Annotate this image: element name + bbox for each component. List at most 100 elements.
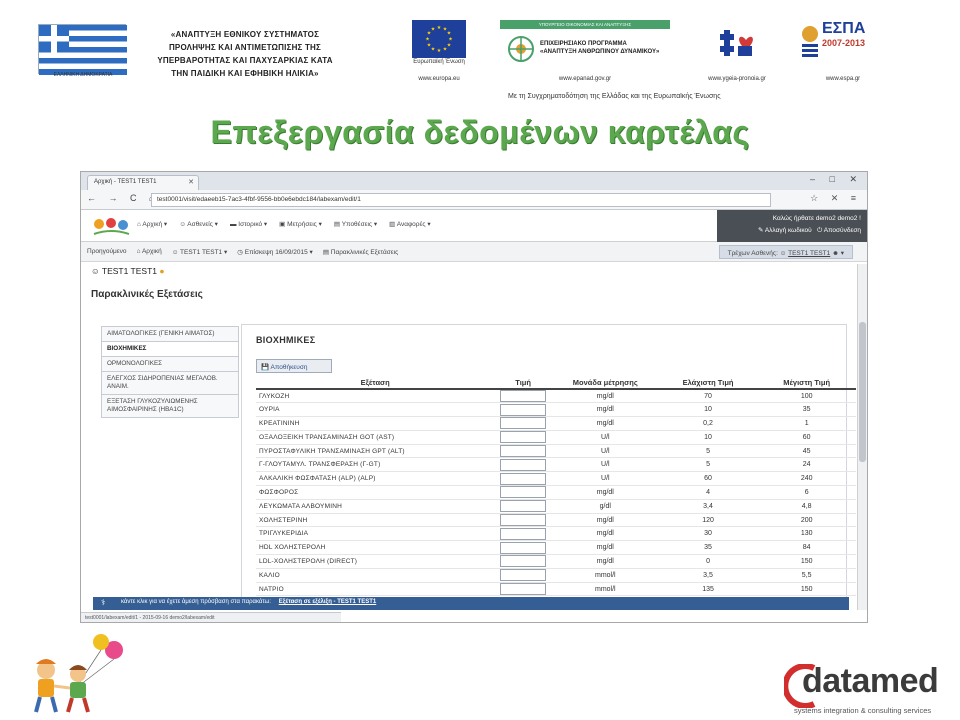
unit-cell: U/l — [551, 444, 659, 459]
value-input[interactable] — [500, 445, 547, 458]
min-value-cell: 5 — [658, 457, 758, 473]
eu-url: www.europa.eu — [418, 76, 460, 82]
browser-addressbar: ← → C ⌂ test0001/visit/edaeeb15-7ac3-4fb… — [81, 190, 867, 210]
footer-link[interactable]: Εξέταση σε εξέλιξη - TEST1 TEST1 — [279, 599, 377, 605]
lab-category-iron[interactable]: ΕΛΕΓΧΟΣ ΣΙΔΗΡΟΠΕΝΙΑΣ ΜΕΓΑΛΟΒ. ΑΝΑΙΜ. — [101, 371, 239, 394]
svg-text:★: ★ — [431, 47, 436, 53]
lab-category-hormonal[interactable]: ΟΡΜΟΝΟΛΟΓΙΚΕΣ — [101, 356, 239, 371]
breadcrumb-lead[interactable]: Προηγούμενο — [87, 248, 127, 256]
unit-cell: mg/dl — [551, 485, 659, 500]
exam-name: ΚΑΛΙΟ — [256, 568, 495, 583]
min-value-cell: 120 — [658, 513, 758, 528]
value-cell — [494, 416, 552, 431]
flag-caption: ΕΛΛΗΝΙΚΗ ΔΗΜΟΚΡΑΤΙΑ — [53, 72, 113, 78]
program-title: «ΑΝΑΠΤΥΞΗ ΕΘΝΙΚΟΥ ΣΥΣΤΗΜΑΤΟΣ ΠΡΟΛΗΨΗΣ ΚΑ… — [157, 30, 333, 78]
unit-cell: U/l — [551, 471, 659, 487]
lab-category-hba1c[interactable]: ΕΞΕΤΑΣΗ ΓΛΥΚΟΖΥΛΙΩΜΕΝΗΣ ΑΙΜΟΣΦΑΙΡΙΝΗΣ (H… — [101, 394, 239, 418]
value-input[interactable] — [500, 486, 547, 499]
lab-category-biochemistry[interactable]: ΒΙΟΧΗΜΙΚΕΣ — [101, 341, 239, 356]
value-input[interactable] — [500, 583, 547, 596]
breadcrumb-patient[interactable]: ☺ TEST1 TEST1 ▾ — [172, 248, 228, 256]
min-value-cell: 60 — [658, 471, 758, 487]
addressbar-icons[interactable]: ☆ ✕ ≡ — [810, 193, 861, 204]
panel-title: ΒΙΟΧΗΜΙΚΕΣ — [256, 335, 316, 345]
menu-item-reports[interactable]: ▥ Αναφορές ▾ — [389, 220, 430, 228]
kids-balloons-logo-icon — [6, 628, 136, 718]
page-scrollbar[interactable] — [857, 264, 867, 610]
max-value-cell: 100 — [757, 389, 856, 404]
value-input[interactable] — [500, 472, 547, 485]
table-row: ΠΥΡΟΣΤΑΦΥΛΙΚΗ ΤΡΑΝΣΑΜΙΝΑΣΗ GPT (ALT) U/l 5… — [256, 444, 856, 459]
menu-item-home[interactable]: ⌂ Αρχική ▾ — [137, 220, 167, 228]
exam-name: ΦΩΣΦΟΡΟΣ — [256, 485, 495, 500]
unit-cell: mmol/l — [551, 582, 659, 597]
value-input[interactable] — [500, 500, 547, 513]
value-cell — [494, 554, 552, 569]
save-button[interactable]: 💾 Αποθήκευση — [256, 359, 332, 373]
window-controls[interactable]: – □ ✕ — [810, 174, 863, 185]
tab-close-icon[interactable]: ✕ — [188, 178, 194, 186]
value-input[interactable] — [500, 431, 547, 444]
value-cell — [494, 389, 552, 404]
exam-name: ΟΥΡΙΑ — [256, 402, 495, 418]
url-input[interactable]: test0001/visit/edaeeb15-7ac3-4fbf-9556-b… — [151, 193, 771, 207]
value-input[interactable] — [500, 417, 547, 430]
min-value-cell: 0,2 — [658, 416, 758, 431]
value-input[interactable] — [500, 514, 547, 527]
min-value-cell: 10 — [658, 430, 758, 445]
espa-years: 2007-2013 — [822, 38, 866, 48]
footer-message: κάντε κλικ για να έχετε άμεση πρόσβαση σ… — [121, 599, 272, 605]
footer-stethoscope-icon: ⚕ — [101, 598, 106, 607]
exam-name: ΧΟΛΗΣΤΕΡΙΝΗ — [256, 513, 495, 528]
value-cell — [494, 457, 552, 473]
menu-item-cases[interactable]: ▤ Υποθέσεις ▾ — [334, 220, 377, 228]
min-value-cell: 5 — [658, 444, 758, 459]
value-input[interactable] — [500, 390, 547, 403]
value-input[interactable] — [500, 403, 547, 416]
value-input[interactable] — [500, 569, 547, 582]
svg-text:★: ★ — [447, 43, 452, 49]
section-title: Παρακλινικές Εξετάσεις — [91, 289, 203, 300]
max-value-cell: 4,8 — [757, 499, 856, 514]
logout-link[interactable]: ⏻ Αποσύνδεση — [817, 227, 861, 234]
current-patient-box[interactable]: Τρέχων Ασθενής: ☺ TEST1 TEST1 ☻ ▾ — [718, 245, 853, 259]
menu-item-history[interactable]: ▬ Ιστορικό ▾ — [230, 220, 267, 228]
svg-text:★: ★ — [425, 37, 430, 43]
value-cell — [494, 471, 552, 487]
ep-url: www.epanad.gov.gr — [558, 76, 612, 82]
scrollbar-thumb[interactable] — [859, 322, 866, 462]
max-value-cell: 60 — [757, 430, 856, 445]
unit-cell: mg/dl — [551, 416, 659, 431]
value-cell — [494, 513, 552, 528]
value-cell — [494, 444, 552, 459]
change-password-link[interactable]: ✎ Αλλαγή κωδικού — [758, 227, 812, 234]
lab-category-hematology[interactable]: ΑΙΜΑΤΟΛΟΓΙΚΕΣ (ΓΕΝΙΚΗ ΑΙΜΑΤΟΣ) — [101, 326, 239, 341]
min-value-cell: 70 — [658, 389, 758, 404]
app-logo-icon[interactable] — [89, 214, 133, 238]
menu-item-patients[interactable]: ☺ Ασθενείς ▾ — [179, 220, 218, 228]
lab-content: ΑΙΜΑΤΟΛΟΓΙΚΕΣ (ΓΕΝΙΚΗ ΑΙΜΑΤΟΣ) ΒΙΟΧΗΜΙΚΕ… — [91, 324, 856, 609]
svg-text:★: ★ — [431, 27, 436, 33]
espa-url: www.espa.gr — [825, 76, 861, 82]
table-row: ΟΥΡΙΑ mg/dl 10 35 — [256, 402, 856, 418]
table-row: ΤΡΙΓΛΥΚΕΡΙΔΙΑ mg/dl 30 130 — [256, 526, 856, 542]
browser-tab[interactable]: Αρχική - TEST1 TEST1 ✕ — [87, 175, 199, 190]
user-box: Καλώς ήρθατε demo2 demo2 ! ✎ Αλλαγή κωδι… — [717, 210, 867, 242]
value-input[interactable] — [500, 458, 547, 471]
datamed-subtitle: systems integration & consulting service… — [794, 706, 932, 715]
menu-item-measurements[interactable]: ▣ Μετρήσεις ▾ — [279, 220, 322, 228]
value-input[interactable] — [500, 527, 547, 540]
nav-buttons[interactable]: ← → C ⌂ — [87, 193, 159, 203]
breadcrumb-current: ▤ Παρακλινικές Εξετάσεις — [322, 249, 399, 256]
lab-panel: ΒΙΟΧΗΜΙΚΕΣ 💾 Αποθήκευση Εξέταση Τιμή Μον… — [241, 324, 856, 609]
table-row: ΓΛΥΚΟΖΗ mg/dl 70 100 — [256, 389, 856, 404]
value-input[interactable] — [500, 541, 547, 554]
col-exam: Εξέταση — [256, 377, 495, 390]
svg-text:★: ★ — [427, 43, 432, 49]
value-cell — [494, 568, 552, 583]
value-input[interactable] — [500, 555, 547, 568]
max-value-cell: 35 — [757, 402, 856, 418]
breadcrumb-visit[interactable]: ◷ Επίσκεψη 16/09/2015 ▾ — [237, 248, 313, 256]
min-value-cell: 3,4 — [658, 499, 758, 514]
breadcrumb-home[interactable]: ⌂ Αρχική — [137, 248, 162, 256]
